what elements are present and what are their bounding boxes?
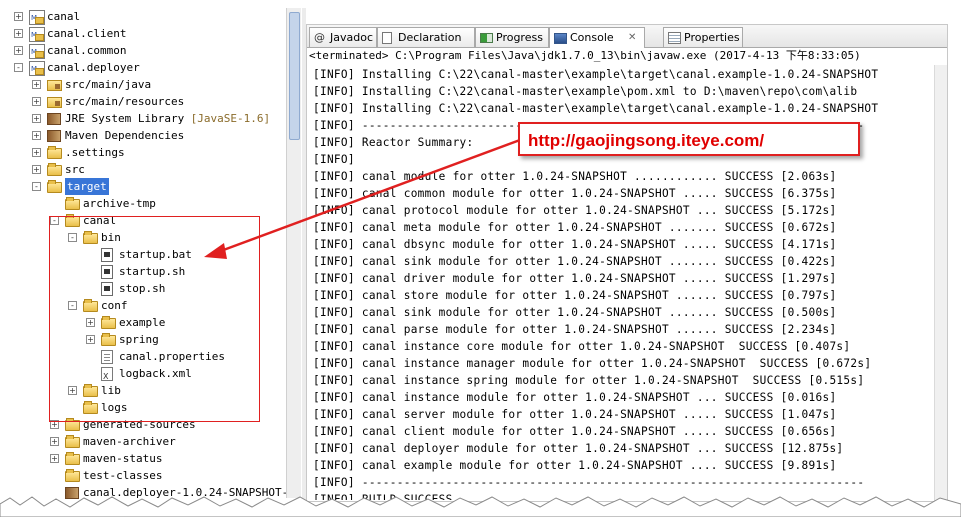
tree-vertical-scrollbar[interactable] xyxy=(286,8,301,498)
tab-console[interactable]: Console ✕ xyxy=(549,27,645,48)
tab-label: Console xyxy=(570,31,614,44)
console-line: [INFO] canal deployer module for otter 1… xyxy=(313,442,844,455)
folder-icon xyxy=(65,469,80,482)
properties-icon xyxy=(668,32,681,44)
tab-label: Properties xyxy=(684,31,740,44)
expand-icon[interactable]: + xyxy=(50,454,59,463)
console-line: [INFO] canal protocol module for otter 1… xyxy=(313,204,837,217)
console-line: [INFO] Installing C:\22\canal-master\exa… xyxy=(313,68,879,81)
console-line: [INFO] canal common module for otter 1.0… xyxy=(313,187,837,200)
expand-icon[interactable]: + xyxy=(14,46,23,55)
close-icon[interactable]: ✕ xyxy=(628,28,636,47)
console-line: [INFO] Reactor Summary: xyxy=(313,136,474,149)
console-line: [INFO] canal instance core module for ot… xyxy=(313,340,851,353)
console-line: [INFO] canal instance manager module for… xyxy=(313,357,872,370)
expand-icon[interactable]: + xyxy=(50,437,59,446)
folder-icon xyxy=(47,163,62,176)
expand-icon[interactable]: + xyxy=(32,97,41,106)
expand-icon[interactable]: + xyxy=(14,29,23,38)
collapse-icon[interactable]: - xyxy=(32,182,41,191)
tree-item-label: maven-archiver xyxy=(83,435,176,448)
console-icon xyxy=(554,33,567,44)
console-line: [INFO] canal parse module for otter 1.0.… xyxy=(313,323,837,336)
view-tab-bar: @ Javadoc Declaration Progress Console ✕… xyxy=(307,25,947,48)
expand-icon[interactable]: + xyxy=(32,131,41,140)
console-line: [INFO] Installing C:\22\canal-master\exa… xyxy=(313,102,879,115)
javadoc-icon: @ xyxy=(314,31,325,44)
tree-item-label: canal.common xyxy=(47,44,127,57)
console-line: [INFO] canal dbsync module for otter 1.0… xyxy=(313,238,837,251)
tree-item-label: canal xyxy=(47,10,81,23)
console-line: [INFO] canal module for otter 1.0.24-SNA… xyxy=(313,170,837,183)
tab-declaration[interactable]: Declaration xyxy=(377,27,475,47)
process-status-line: <terminated> C:\Program Files\Java\jdk1.… xyxy=(309,49,861,62)
tree-scrollbar-thumb[interactable] xyxy=(289,12,300,140)
tree-item-label: src/main/java xyxy=(65,78,152,91)
console-line: [INFO] canal server module for otter 1.0… xyxy=(313,408,837,421)
console-line: [INFO] ---------------------------------… xyxy=(313,476,865,489)
console-line: [INFO] canal example module for otter 1.… xyxy=(313,459,837,472)
tab-properties[interactable]: Properties xyxy=(663,27,743,47)
expand-icon[interactable]: + xyxy=(32,165,41,174)
console-line: [INFO] canal instance spring module for … xyxy=(313,374,865,387)
console-line: [INFO] canal client module for otter 1.0… xyxy=(313,425,837,438)
tab-label: Declaration xyxy=(398,31,462,44)
tree-item-label: canal.client xyxy=(47,27,127,40)
expand-icon[interactable]: + xyxy=(32,80,41,89)
tree-item-label: JRE System Library xyxy=(65,112,185,125)
library-icon xyxy=(47,130,61,142)
tab-label: Javadoc xyxy=(330,31,373,44)
maven-project-icon xyxy=(29,61,45,78)
tree-item-label: archive-tmp xyxy=(83,197,156,210)
source-folder-icon xyxy=(47,97,62,108)
console-line: [INFO] canal meta module for otter 1.0.2… xyxy=(313,221,837,234)
tree-item-label: Maven Dependencies xyxy=(65,129,185,142)
folder-icon xyxy=(47,180,62,193)
console-line: [INFO] Installing C:\22\canal-master\exa… xyxy=(313,85,858,98)
console-line: [INFO] canal sink module for otter 1.0.2… xyxy=(313,306,837,319)
tree-item-label: .settings xyxy=(65,146,125,159)
tree-item-decoration: [JavaSE-1.6] xyxy=(190,112,271,125)
declaration-icon xyxy=(382,32,392,44)
library-icon xyxy=(47,113,61,125)
console-line: [INFO] canal instance module for otter 1… xyxy=(313,391,837,404)
tab-progress[interactable]: Progress xyxy=(475,27,549,47)
expand-icon[interactable]: + xyxy=(32,114,41,123)
tree-item-label: test-classes xyxy=(83,469,163,482)
console-line: [INFO] canal driver module for otter 1.0… xyxy=(313,272,837,285)
tree-item-label: maven-status xyxy=(83,452,163,465)
highlight-box xyxy=(49,216,260,422)
folder-icon xyxy=(65,435,80,448)
tree-item-label: target xyxy=(65,178,109,195)
maven-project-icon xyxy=(29,44,45,61)
folder-icon xyxy=(47,146,62,159)
console-line: [INFO] xyxy=(313,153,355,166)
torn-edge xyxy=(0,496,961,517)
folder-icon xyxy=(65,197,80,210)
maven-project-icon xyxy=(29,27,45,44)
expand-icon[interactable]: + xyxy=(14,12,23,21)
console-line: [INFO] canal store module for otter 1.0.… xyxy=(313,289,837,302)
expand-icon[interactable]: + xyxy=(32,148,41,157)
tab-label: Progress xyxy=(496,31,543,44)
progress-icon xyxy=(480,33,493,43)
console-line: [INFO] canal sink module for otter 1.0.2… xyxy=(313,255,837,268)
console-view: @ Javadoc Declaration Progress Console ✕… xyxy=(306,24,948,502)
tab-javadoc[interactable]: @ Javadoc xyxy=(309,27,377,47)
tree-item-label: src xyxy=(65,163,85,176)
tree-item-label: canal.deployer xyxy=(47,61,140,74)
torn-edge-path xyxy=(0,496,961,517)
collapse-icon[interactable]: - xyxy=(14,63,23,72)
console-vertical-scrollbar[interactable] xyxy=(934,65,947,501)
source-folder-icon xyxy=(47,80,62,91)
url-annotation: http://gaojingsong.iteye.com/ xyxy=(518,122,860,156)
tree-item-label: src/main/resources xyxy=(65,95,185,108)
maven-project-icon xyxy=(29,10,45,27)
folder-icon xyxy=(65,452,80,465)
screenshot-frame: + canal + canal.client + canal.common - canal.d… xyxy=(0,0,961,517)
